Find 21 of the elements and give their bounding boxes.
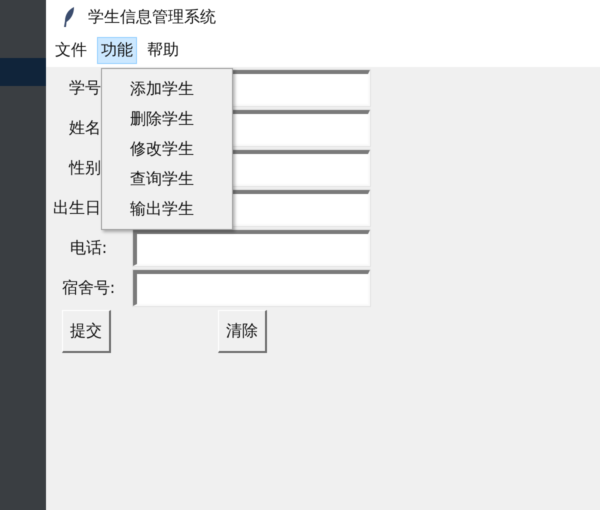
feather-icon [62, 6, 76, 28]
menu-item[interactable]: 功能 [97, 37, 137, 64]
input-field[interactable] [133, 270, 370, 306]
menu-option[interactable]: 查询学生 [102, 164, 232, 194]
field-label: 电话: [68, 238, 108, 258]
submit-button[interactable]: 提交 [62, 310, 111, 353]
menu-option[interactable]: 删除学生 [102, 104, 232, 134]
menu-item[interactable]: 文件 [51, 37, 91, 64]
menu-item[interactable]: 帮助 [143, 37, 183, 64]
menu-option[interactable]: 输出学生 [102, 194, 232, 224]
field-label: 性别 [68, 158, 102, 178]
sidebar-highlight [0, 58, 46, 86]
clear-button[interactable]: 清除 [218, 310, 267, 353]
field-label: 学号 [68, 78, 102, 98]
field-label: 出生日 [52, 198, 102, 218]
window-title: 学生信息管理系统 [88, 6, 216, 28]
menu-option[interactable]: 添加学生 [102, 74, 232, 104]
menu-option[interactable]: 修改学生 [102, 134, 232, 164]
field-label: 宿舍号: [60, 278, 116, 298]
field-label: 姓名 [68, 118, 102, 138]
input-field[interactable] [133, 230, 370, 266]
